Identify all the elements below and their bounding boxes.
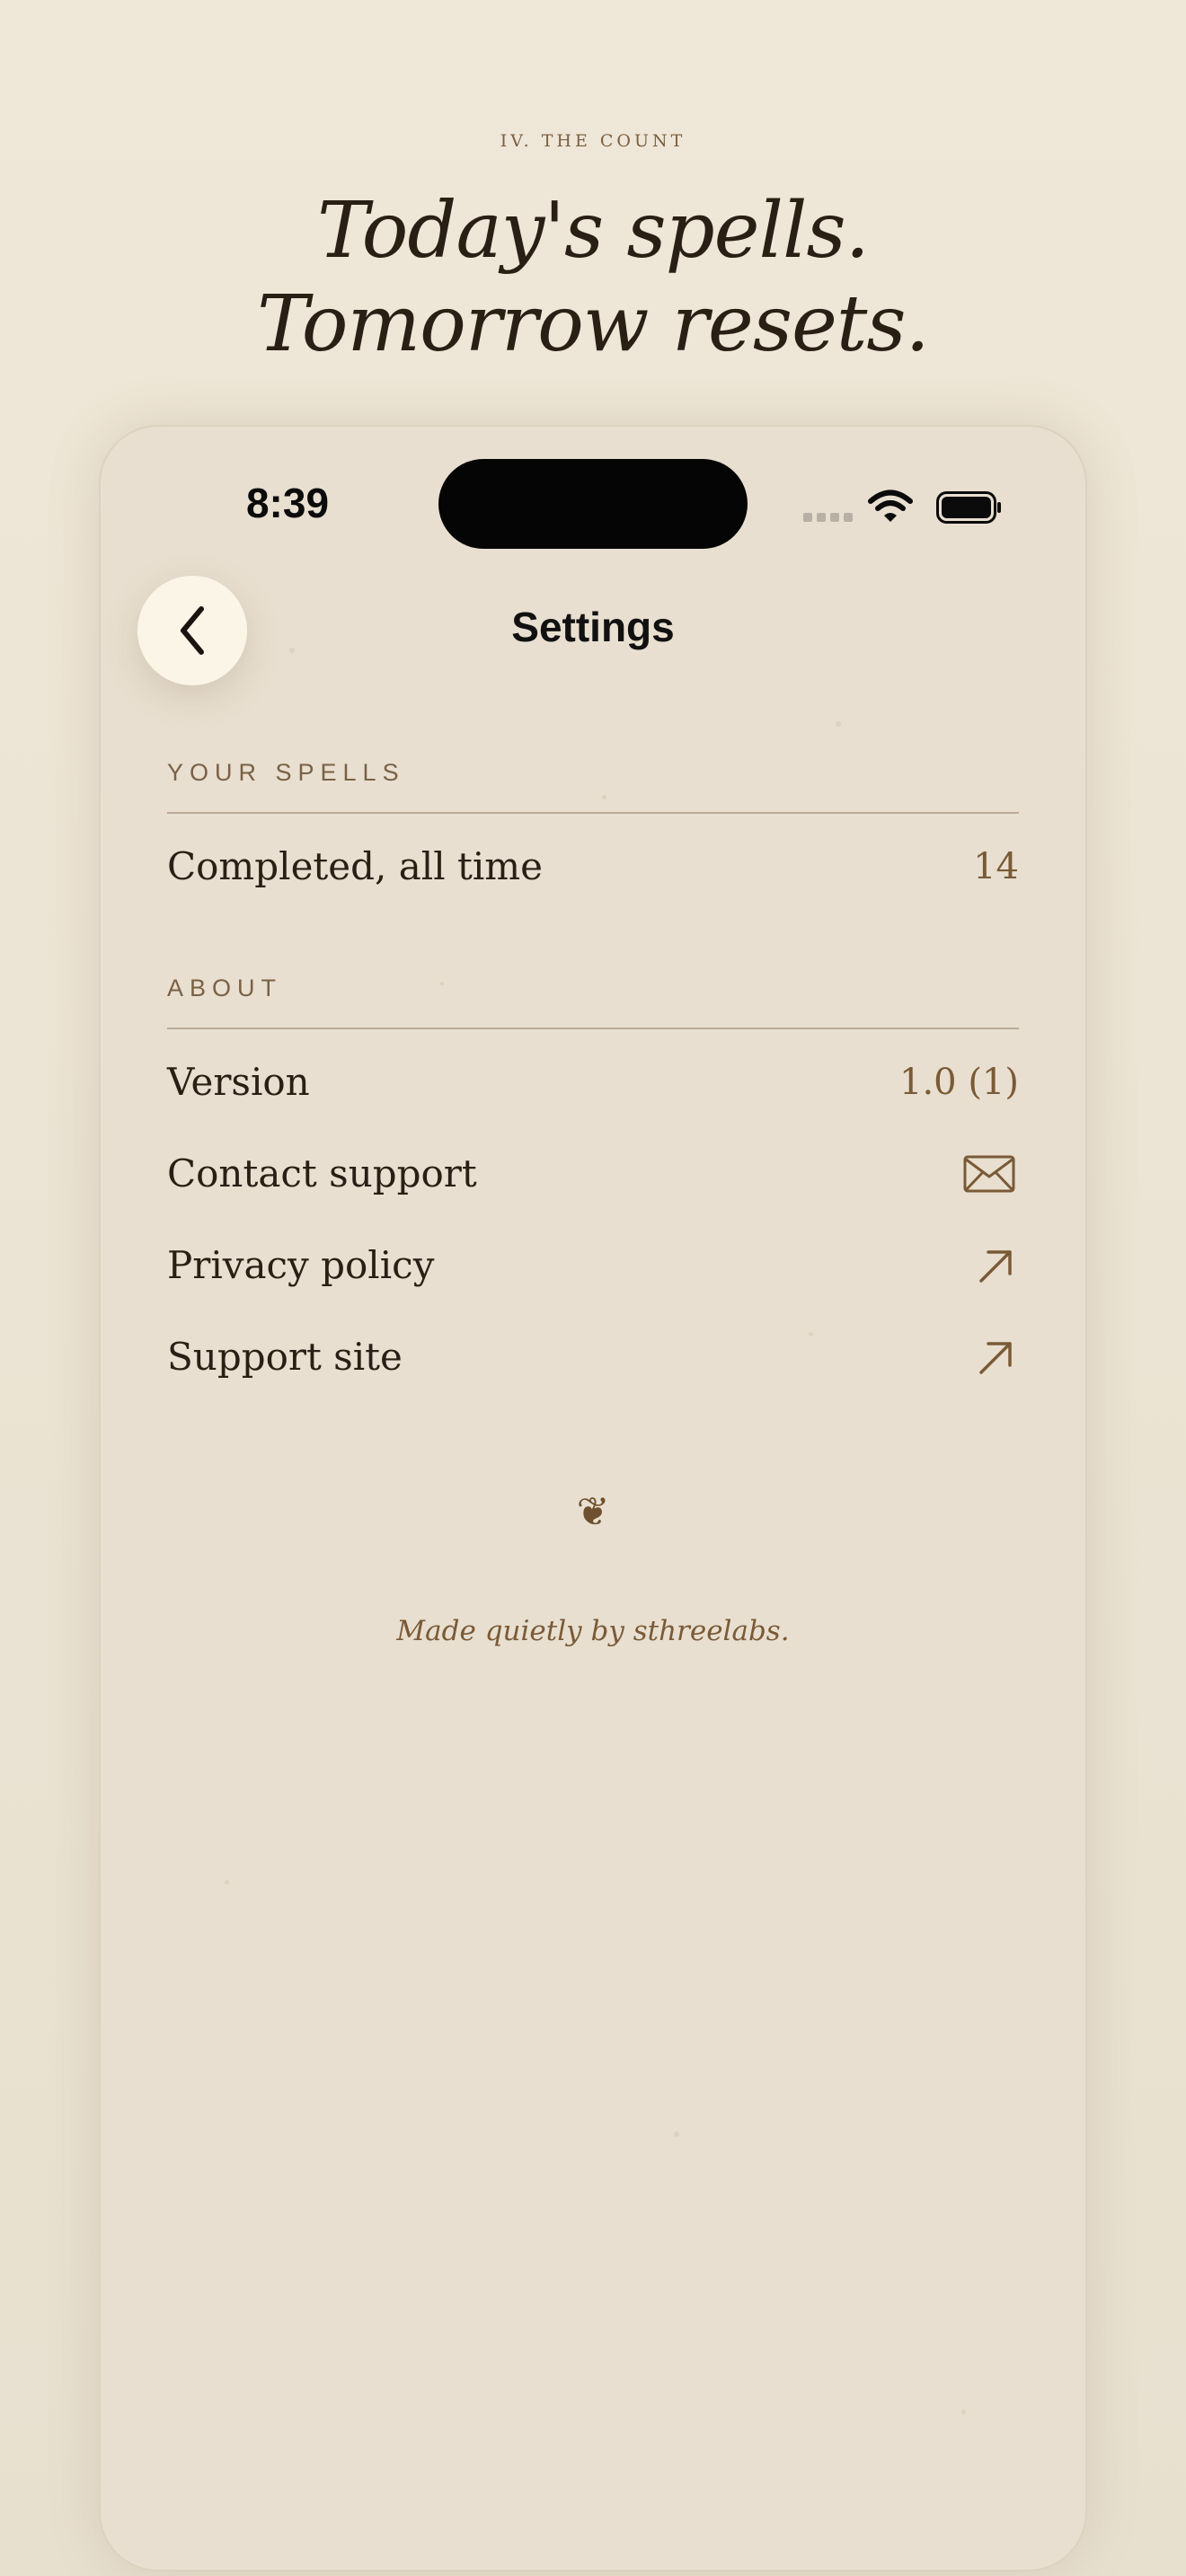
completed-count-value: 14	[973, 846, 1019, 887]
row-label: Completed, all time	[167, 844, 543, 888]
floral-heart-ornament-icon: ❦	[576, 1489, 610, 1535]
paper-speck	[440, 982, 444, 985]
status-icons	[803, 488, 1001, 527]
status-time: 8:39	[245, 480, 330, 526]
section-eyebrow: IV. THE COUNT	[500, 131, 686, 151]
envelope-icon	[963, 1155, 1015, 1193]
version-value: 1.0 (1)	[899, 1062, 1019, 1103]
headline-line-1: Today's spells.	[316, 186, 870, 276]
headline-line-2: Tomorrow resets.	[257, 279, 930, 369]
row-version: Version 1.0 (1)	[167, 1049, 1019, 1121]
section-divider	[167, 1028, 1019, 1029]
battery-icon	[936, 491, 1001, 524]
phone-screen: 8:39 Settings YOUR SPELLS Completed, all…	[99, 425, 1087, 2572]
row-label: Version	[167, 1060, 310, 1104]
row-support-site[interactable]: Support site	[167, 1324, 1019, 1396]
dynamic-island	[438, 459, 748, 549]
paper-speck	[602, 795, 606, 799]
paper-speck	[961, 2410, 966, 2414]
row-label: Support site	[167, 1335, 403, 1379]
row-completed-all-time: Completed, all time 14	[167, 834, 1019, 905]
arrow-up-right-icon	[979, 1250, 1012, 1283]
row-label: Contact support	[167, 1151, 477, 1195]
cellular-signal-icon	[803, 513, 854, 524]
paper-speck	[674, 2131, 679, 2137]
credit-text: Made quietly by sthreelabs.	[396, 1615, 790, 1647]
section-divider	[167, 812, 1019, 814]
arrow-up-right-icon	[979, 1342, 1012, 1374]
page-title: Settings	[511, 604, 675, 650]
section-heading-your-spells: YOUR SPELLS	[167, 759, 405, 786]
row-contact-support[interactable]: Contact support	[167, 1141, 1019, 1213]
row-label: Privacy policy	[167, 1243, 435, 1287]
paper-speck	[225, 1880, 229, 1884]
paper-speck	[836, 721, 841, 727]
row-privacy-policy[interactable]: Privacy policy	[167, 1232, 1019, 1304]
wifi-icon	[868, 490, 913, 522]
page-headline: Today's spells. Tomorrow resets.	[0, 184, 1186, 371]
section-heading-about: ABOUT	[167, 975, 283, 1001]
